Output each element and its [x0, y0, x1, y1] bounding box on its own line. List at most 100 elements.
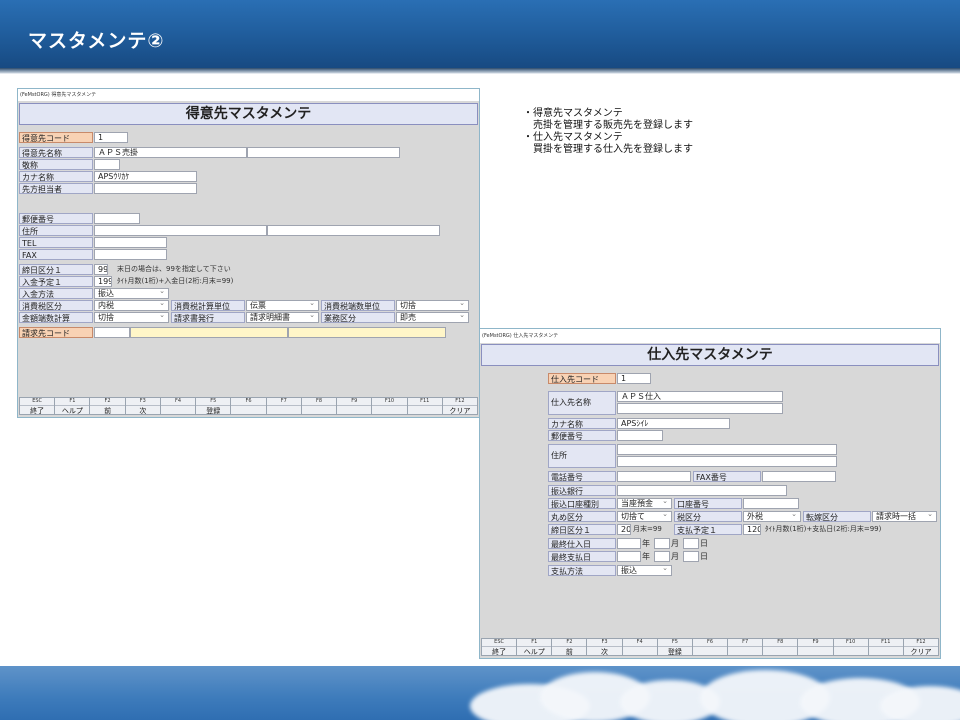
supplier-code-input[interactable]: 1	[617, 373, 651, 384]
last-payment-month-input[interactable]	[654, 551, 670, 562]
fkey-f7[interactable]: F7	[727, 638, 763, 657]
last-payment-day-input[interactable]	[683, 551, 699, 562]
last-purchase-month-input[interactable]	[654, 538, 670, 549]
fkey-key: F2	[552, 639, 587, 647]
bank-input[interactable]	[617, 485, 787, 496]
supplier-name2-input[interactable]	[617, 403, 783, 414]
fkey-f4[interactable]: F4	[621, 638, 657, 656]
fkey-f3[interactable]: F3 次	[124, 397, 160, 415]
payment-method-select[interactable]: 振込	[94, 288, 169, 299]
window-title: 得意先マスタメンテ	[19, 103, 478, 125]
fkey-f6[interactable]: F6	[230, 397, 266, 415]
header-shadow	[0, 68, 960, 74]
window-title: 仕入先マスタメンテ	[481, 344, 939, 366]
tax-class-label: 税区分	[674, 511, 742, 522]
fkey-f8[interactable]: F8	[762, 638, 798, 656]
description-line: ・得意先マスタメンテ	[523, 108, 623, 119]
supplier-name-input[interactable]: ＡＰＳ仕入	[617, 391, 783, 402]
account-number-input[interactable]	[743, 498, 799, 509]
pay-method-label: 支払方法	[548, 565, 616, 576]
customer-name-input[interactable]: ＡＰＳ売掛	[94, 147, 247, 158]
invoice-issue-select[interactable]: 請求明細書	[246, 312, 319, 323]
fkey-f4[interactable]: F4	[159, 397, 196, 416]
fax-input[interactable]	[762, 471, 836, 482]
fkey-key: F4	[160, 398, 196, 406]
function-key-bar: ESC 終了 F1 ヘルプ F2 前 F3 次 F4 F5 登録 F6 F7 F8 F9 …	[481, 638, 940, 657]
customer-name2-input[interactable]	[247, 147, 400, 158]
business-class-select[interactable]: 即売	[396, 312, 469, 323]
transfer-class-select[interactable]: 請求時一括	[872, 511, 937, 522]
fkey-f2[interactable]: F2 前	[89, 397, 125, 415]
fkey-f7[interactable]: F7	[265, 397, 301, 415]
closing-day-input[interactable]: 99	[94, 264, 108, 275]
address-input[interactable]	[617, 444, 837, 455]
address2-input[interactable]	[267, 225, 440, 236]
billing-code-input[interactable]	[94, 327, 130, 338]
fkey-f11[interactable]: F11	[867, 638, 903, 656]
fkey-f6[interactable]: F6	[691, 638, 728, 656]
pay-method-select[interactable]: 振込	[617, 565, 672, 576]
fkey-f10[interactable]: F10	[832, 638, 868, 656]
fkey-key: F6	[692, 639, 728, 647]
account-type-select[interactable]: 当座預金	[617, 498, 672, 509]
fkey-label	[728, 647, 762, 657]
function-key-bar: ESC 終了 F1 ヘルプ F2 前 F3 次 F4 F5 登録 F6 F7 F8 F9 …	[19, 397, 479, 416]
customer-code-label: 得意先コード	[19, 132, 93, 143]
fkey-f3[interactable]: F3 次	[586, 638, 622, 656]
contact-person-input[interactable]	[94, 183, 197, 194]
fkey-label	[161, 406, 195, 416]
billing-name2-input[interactable]	[288, 327, 446, 338]
fkey-f8[interactable]: F8	[300, 397, 337, 415]
address-input[interactable]	[94, 225, 267, 236]
fkey-label: クリア	[449, 407, 471, 415]
receipt-schedule-input[interactable]: 199	[94, 276, 112, 287]
fkey-f5[interactable]: F5 登録	[656, 638, 692, 656]
tax-class-select[interactable]: 外税	[743, 511, 801, 522]
fkey-f1[interactable]: F1 ヘルプ	[516, 638, 552, 656]
fkey-f12[interactable]: F12 クリア	[441, 397, 479, 415]
tax-rounding-select[interactable]: 切捨	[396, 300, 469, 311]
last-payment-year-input[interactable]	[617, 551, 641, 562]
tel-input[interactable]	[94, 237, 167, 248]
customer-code-input[interactable]: 1	[94, 132, 128, 143]
fkey-key: F2	[90, 398, 125, 406]
fkey-key: ESC	[20, 398, 55, 406]
billing-name-input[interactable]	[130, 327, 288, 338]
tax-unit-select[interactable]: 伝票	[246, 300, 319, 311]
rounding-select[interactable]: 切捨て	[617, 511, 672, 522]
fkey-f1[interactable]: F1 ヘルプ	[54, 397, 90, 415]
fkey-f10[interactable]: F10	[371, 397, 407, 415]
fkey-f5[interactable]: F5 登録	[195, 397, 231, 415]
payment-schedule-label: 支払予定１	[674, 524, 742, 535]
last-purchase-year-input[interactable]	[617, 538, 641, 549]
fkey-f12[interactable]: F12 クリア	[902, 638, 940, 656]
tax-class-select[interactable]: 内税	[94, 300, 169, 311]
phone-input[interactable]	[617, 471, 691, 482]
fkey-esc[interactable]: ESC 終了	[19, 397, 55, 415]
fkey-esc[interactable]: ESC 終了	[481, 638, 517, 656]
closing-day-label: 締日区分１	[548, 524, 616, 535]
last-purchase-label: 最終仕入日	[548, 538, 616, 549]
fax-input[interactable]	[94, 249, 167, 260]
closing-day-input[interactable]: 20	[617, 524, 631, 535]
kana-name-input[interactable]: APSｳﾘｶｹ	[94, 171, 197, 182]
kana-name-input[interactable]: APSｼｲﾚ	[617, 418, 730, 429]
day-unit: 日	[700, 539, 708, 548]
address2-input[interactable]	[617, 456, 837, 467]
payment-schedule-input[interactable]: 120	[743, 524, 761, 535]
postal-code-input[interactable]	[617, 430, 663, 441]
fkey-key: F12	[442, 398, 478, 406]
fkey-key: F9	[798, 639, 833, 647]
amount-rounding-select[interactable]: 切捨	[94, 312, 169, 323]
fkey-f9[interactable]: F9	[797, 638, 833, 656]
fkey-f2[interactable]: F2 前	[551, 638, 587, 656]
fkey-label	[337, 406, 371, 416]
postal-code-label: 郵便番号	[548, 430, 616, 441]
honorific-input[interactable]	[94, 159, 120, 170]
window-caption: (FeMstORG) 得意先マスタメンテ	[18, 89, 479, 101]
postal-code-input[interactable]	[94, 213, 140, 224]
fkey-f11[interactable]: F11	[406, 397, 442, 415]
fkey-f9[interactable]: F9	[336, 397, 372, 416]
last-purchase-day-input[interactable]	[683, 538, 699, 549]
postal-code-label: 郵便番号	[19, 213, 93, 224]
